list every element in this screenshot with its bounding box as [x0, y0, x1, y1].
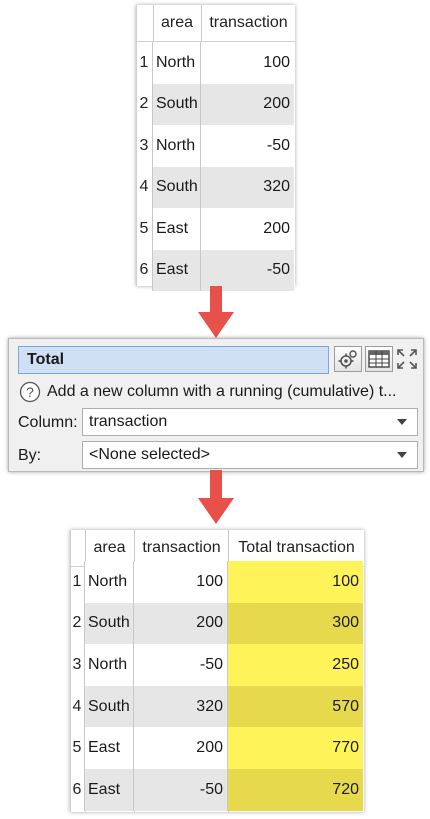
row-number: 3 — [139, 136, 149, 154]
row-number: 4 — [139, 178, 149, 196]
cell-area[interactable]: North — [84, 561, 133, 603]
cell-area[interactable]: South — [84, 686, 133, 728]
row-number: 4 — [72, 697, 82, 715]
cell-area[interactable]: South — [152, 84, 200, 126]
cell-total-transaction[interactable]: 300 — [228, 603, 363, 645]
dropdown-caret-icon — [397, 419, 407, 425]
cell-area[interactable]: East — [84, 769, 133, 811]
column-select[interactable]: transaction — [82, 408, 418, 436]
cell-area[interactable]: East — [152, 208, 200, 250]
cell-area[interactable]: South — [152, 167, 200, 209]
row-number: 3 — [72, 655, 82, 673]
row-number: 5 — [139, 219, 149, 237]
cell-transaction[interactable]: 320 — [134, 686, 227, 728]
cell-total-transaction[interactable]: 100 — [228, 561, 363, 603]
help-text: Add a new column with a running (cumulat… — [47, 383, 397, 400]
cell-total-transaction[interactable]: 720 — [228, 769, 363, 811]
cell-area[interactable]: East — [152, 250, 200, 292]
cell-area[interactable]: South — [84, 603, 133, 645]
row-number: 6 — [139, 261, 149, 279]
cell-area[interactable]: East — [84, 727, 133, 769]
column-divider — [133, 561, 134, 811]
column-divider — [227, 561, 228, 811]
row-number: 1 — [139, 53, 149, 71]
table-view-icon — [368, 350, 390, 368]
cell-area[interactable]: North — [84, 644, 133, 686]
cell-transaction[interactable]: 200 — [201, 84, 294, 126]
gutter-divider — [84, 561, 85, 811]
dropdown-caret-icon — [397, 452, 407, 458]
cell-transaction[interactable]: 200 — [201, 208, 294, 250]
svg-text:?: ? — [26, 384, 34, 400]
cell-area[interactable]: North — [152, 42, 200, 84]
cell-transaction[interactable]: -50 — [201, 250, 294, 292]
maximize-button[interactable] — [394, 346, 420, 372]
column-header-transaction[interactable]: transaction — [202, 5, 295, 41]
cell-transaction[interactable]: -50 — [134, 644, 227, 686]
column-divider — [200, 42, 201, 291]
cell-transaction[interactable]: 100 — [201, 42, 294, 84]
cell-area[interactable]: North — [152, 125, 200, 167]
cell-transaction[interactable]: 200 — [134, 727, 227, 769]
cell-total-transaction[interactable]: 770 — [228, 727, 363, 769]
row-number: 2 — [72, 614, 82, 632]
column-header-area[interactable]: area — [153, 5, 201, 41]
gutter-divider — [152, 42, 153, 291]
column-label: Column: — [18, 414, 78, 431]
cell-transaction[interactable]: 100 — [134, 561, 227, 603]
row-number: 5 — [72, 739, 82, 757]
row-number: 2 — [139, 95, 149, 113]
cell-transaction[interactable]: 320 — [201, 167, 294, 209]
cell-transaction[interactable]: -50 — [201, 125, 294, 167]
maximize-icon — [397, 349, 417, 369]
row-number: 1 — [72, 572, 82, 590]
by-select-value: <None selected> — [89, 446, 210, 463]
cell-transaction[interactable]: 200 — [134, 603, 227, 645]
row-number: 6 — [72, 780, 82, 798]
by-select[interactable]: <None selected> — [82, 441, 418, 469]
by-label: By: — [18, 447, 42, 464]
cell-transaction[interactable]: -50 — [134, 769, 227, 811]
settings-gears-icon — [338, 350, 357, 369]
down-arrow-icon — [198, 286, 234, 338]
table-view-button[interactable] — [365, 346, 393, 372]
settings-button[interactable] — [334, 346, 362, 372]
column-select-value: transaction — [89, 413, 168, 430]
down-arrow-icon — [198, 470, 234, 524]
cell-total-transaction[interactable]: 250 — [228, 644, 363, 686]
total-transform-panel: Total ? Add a new column with a running … — [8, 338, 424, 472]
cell-total-transaction[interactable]: 570 — [228, 686, 363, 728]
transform-name-input[interactable]: Total — [18, 346, 329, 374]
help-icon[interactable]: ? — [19, 381, 41, 403]
